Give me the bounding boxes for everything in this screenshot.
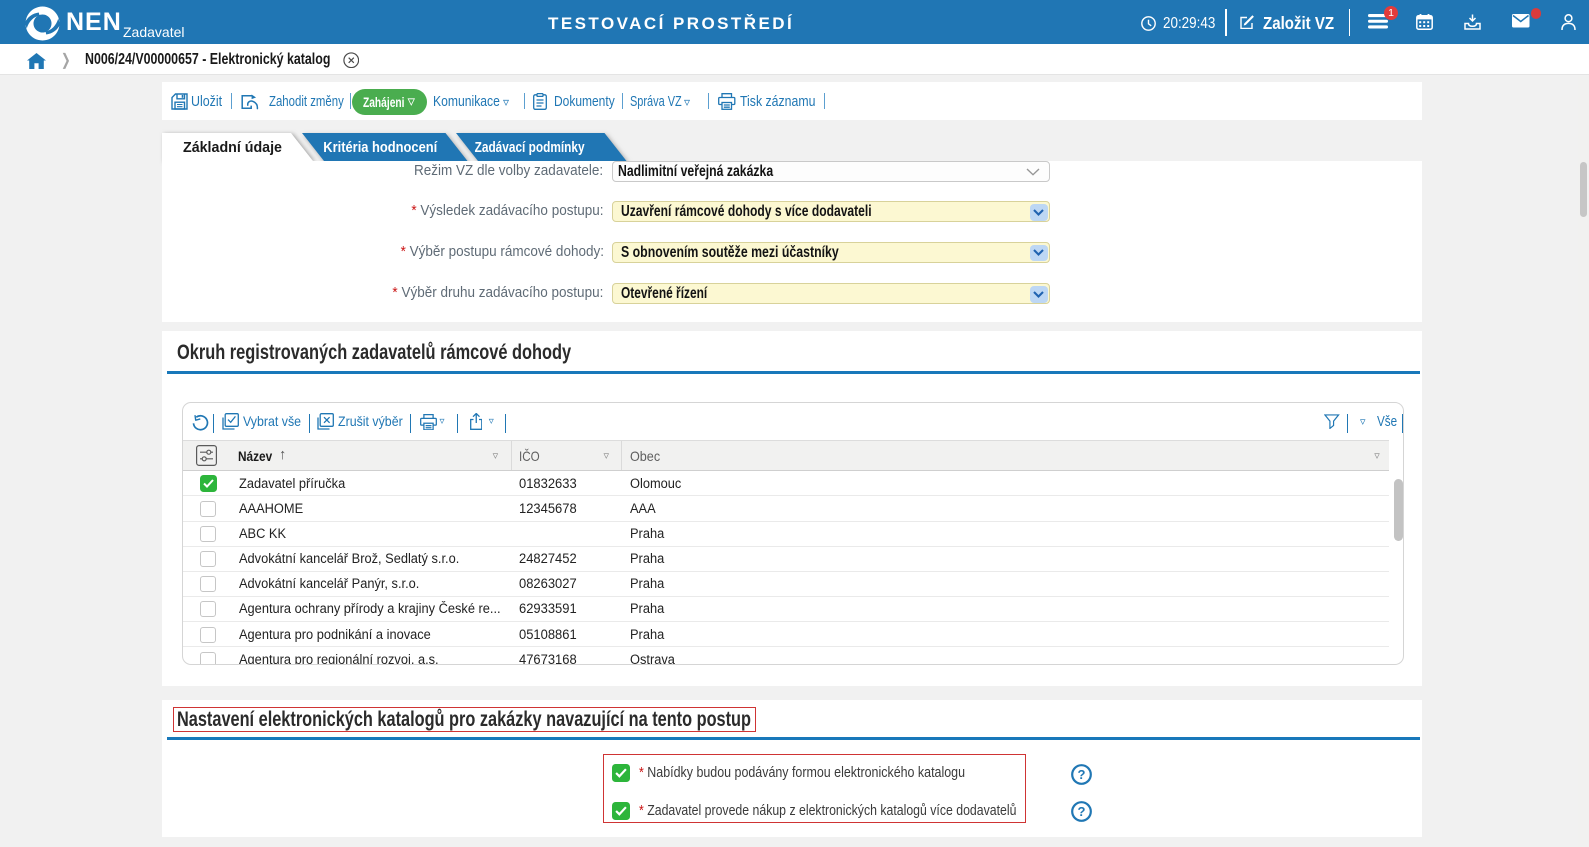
svg-text:?: ? (1077, 804, 1085, 819)
svg-text:?: ? (1077, 767, 1085, 782)
